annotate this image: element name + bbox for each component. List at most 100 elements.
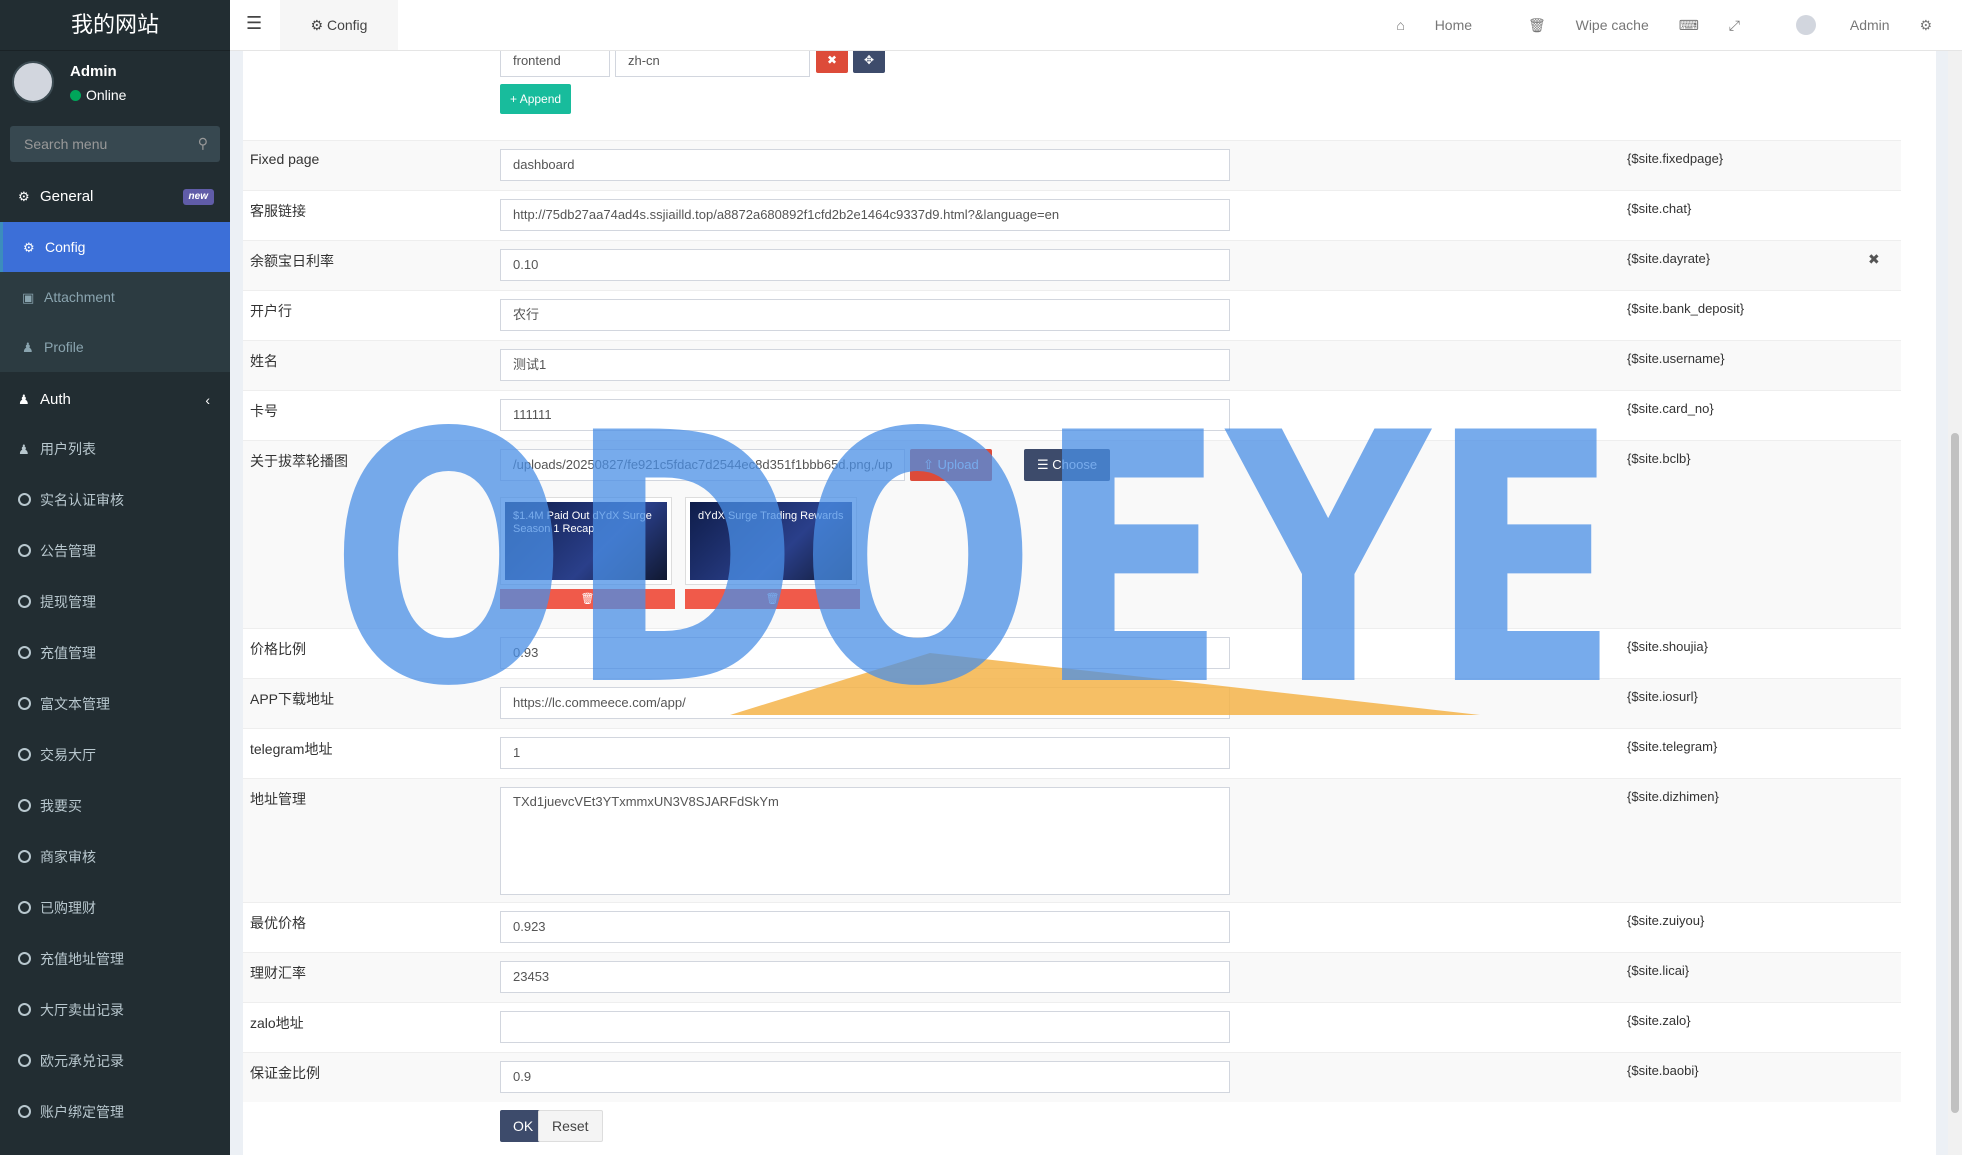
- menu-item[interactable]: 富文本管理: [0, 679, 230, 730]
- tab-config[interactable]: ⚙ Config: [280, 0, 398, 50]
- dayrate-input[interactable]: 0.10: [500, 249, 1230, 281]
- config-row: 地址管理 TXd1juevcVEt3YTxmmxUN3V8SJARFdSkYm …: [243, 778, 1901, 902]
- licai-rate-input[interactable]: 23453: [500, 961, 1230, 993]
- online-dot-icon: [70, 90, 81, 101]
- menu-item[interactable]: 我要买: [0, 781, 230, 832]
- telegram-input[interactable]: 1: [500, 737, 1230, 769]
- config-row: 理财汇率 23453 {$site.licai}: [243, 952, 1901, 1002]
- delete-image-button[interactable]: 🗑: [500, 589, 675, 609]
- circle-icon: [18, 901, 31, 914]
- list-icon: ☰: [1037, 457, 1049, 472]
- choose-button[interactable]: ☰ Choose: [1024, 449, 1111, 481]
- menu-item[interactable]: 公告管理: [0, 526, 230, 577]
- user-name: Admin: [70, 63, 117, 80]
- remove-icon[interactable]: ✖: [1868, 251, 1880, 268]
- menu-profile[interactable]: ♟ Profile: [0, 322, 230, 372]
- carousel-thumbnail[interactable]: $1.4M Paid Out dYdX Surge Season 1 Recap: [500, 497, 672, 585]
- page-scrollbar[interactable]: [1948, 51, 1962, 1155]
- username-input[interactable]: 测试1: [500, 349, 1230, 381]
- row-var: {$site.username}: [1627, 351, 1725, 366]
- plus-icon: +: [510, 92, 518, 106]
- search-input[interactable]: [10, 126, 220, 162]
- circle-icon: [18, 850, 31, 863]
- bank-deposit-input[interactable]: 农行: [500, 299, 1230, 331]
- row-label: 最优价格: [250, 915, 306, 931]
- upload-button[interactable]: ⇧ Upload: [910, 449, 992, 481]
- cogs-icon[interactable]: ⚙: [1919, 17, 1932, 33]
- drag-handle-button[interactable]: ✥: [853, 51, 885, 73]
- admin-menu[interactable]: Admin: [1770, 15, 1890, 35]
- append-button[interactable]: + Append: [500, 84, 572, 114]
- reset-button[interactable]: Reset: [538, 1110, 603, 1142]
- menu-item[interactable]: 充值管理: [0, 628, 230, 679]
- menu-item[interactable]: 欧元承兑记录: [0, 1036, 230, 1087]
- row-var: {$site.telegram}: [1627, 739, 1718, 754]
- menu-auth[interactable]: ♟ Auth ‹: [0, 372, 230, 424]
- site-logo[interactable]: 我的网站: [0, 0, 230, 51]
- carousel-thumbnail[interactable]: dYdX Surge Trading Rewards: [685, 497, 857, 585]
- user-panel: Admin Online: [0, 51, 230, 121]
- row-label: 理财汇率: [250, 965, 306, 981]
- config-row: 余额宝日利率 0.10 {$site.dayrate} ✖: [243, 240, 1901, 290]
- row-label: 余额宝日利率: [250, 253, 334, 269]
- menu-item[interactable]: 交易大厅: [0, 730, 230, 781]
- menu-item[interactable]: 已购理财: [0, 883, 230, 934]
- config-row: 客服链接 http://75db27aa74ad4s.ssjiailld.top…: [243, 190, 1901, 240]
- chat-link-input[interactable]: http://75db27aa74ad4s.ssjiailld.top/a887…: [500, 199, 1230, 231]
- row-label: 地址管理: [250, 791, 306, 807]
- remove-button[interactable]: ✖: [816, 51, 848, 73]
- menu-item[interactable]: 账户绑定管理: [0, 1087, 230, 1138]
- menu-toggle-icon[interactable]: ☰: [246, 13, 262, 34]
- config-row: 开户行 农行 {$site.bank_deposit}: [243, 290, 1901, 340]
- config-row: 最优价格 0.923 {$site.zuiyou}: [243, 902, 1901, 952]
- menu-item[interactable]: 大厅卖出记录: [0, 985, 230, 1036]
- menu-item[interactable]: 提现管理: [0, 577, 230, 628]
- fixed-page-input[interactable]: dashboard: [500, 149, 1230, 181]
- gear-icon: ⚙: [310, 17, 324, 33]
- scrollbar-thumb[interactable]: [1951, 433, 1959, 1113]
- carousel-path-input[interactable]: /uploads/20250827/fe921c5fdac7d2544ec8d3…: [500, 449, 905, 481]
- config-panel: frontend zh-cn ✖ ✥ + Append Fixed page d…: [243, 51, 1936, 1155]
- row-var: {$site.dizhimen}: [1627, 789, 1719, 804]
- menu-general[interactable]: ⚙ General new: [0, 172, 230, 222]
- address-textarea[interactable]: TXd1juevcVEt3YTxmmxUN3V8SJARFdSkYm: [500, 787, 1230, 895]
- gear-icon: ⚙: [23, 240, 35, 255]
- wipe-cache-link[interactable]: 🗑 Wipe cache: [1502, 17, 1649, 33]
- config-row: 关于拔萃轮播图 /uploads/20250827/fe921c5fdac7d2…: [243, 440, 1901, 628]
- kv-key-input[interactable]: frontend: [500, 51, 610, 77]
- row-var: {$site.fixedpage}: [1627, 151, 1724, 166]
- app-url-input[interactable]: https://lc.commeece.com/app/: [500, 687, 1230, 719]
- menu-item[interactable]: 充值地址管理: [0, 934, 230, 985]
- row-label: Fixed page: [250, 151, 320, 167]
- config-row: 姓名 测试1 {$site.username}: [243, 340, 1901, 390]
- config-row: 卡号 111111 {$site.card_no}: [243, 390, 1901, 440]
- deposit-ratio-input[interactable]: 0.9: [500, 1061, 1230, 1093]
- menu-item[interactable]: 实名认证审核: [0, 475, 230, 526]
- circle-icon: [18, 646, 31, 659]
- menu-user-list[interactable]: ♟ 用户列表: [0, 424, 230, 475]
- menu-config[interactable]: ⚙ Config: [0, 222, 230, 272]
- thumbnail-image: $1.4M Paid Out dYdX Surge Season 1 Recap: [505, 502, 667, 580]
- fullscreen-icon[interactable]: ⤢: [1729, 17, 1740, 33]
- row-var: {$site.shoujia}: [1627, 639, 1708, 654]
- trash-icon: 🗑: [1527, 17, 1546, 33]
- best-price-input[interactable]: 0.923: [500, 911, 1230, 943]
- circle-icon: [18, 952, 31, 965]
- auth-submenu: ♟ 用户列表 实名认证审核 公告管理 提现管理 充值管理 富文本管理 交易大厅 我…: [0, 424, 230, 1138]
- price-ratio-input[interactable]: 0.93: [500, 637, 1230, 669]
- card-no-input[interactable]: 111111: [500, 399, 1230, 431]
- zalo-input[interactable]: [500, 1011, 1230, 1043]
- search-icon[interactable]: ⚲: [198, 135, 208, 152]
- menu-item[interactable]: 商家审核: [0, 832, 230, 883]
- search-box: ⚲: [10, 126, 220, 162]
- delete-image-button[interactable]: 🗑: [685, 589, 860, 609]
- language-icon[interactable]: ⌨: [1679, 17, 1699, 33]
- config-row: zalo地址 {$site.zalo}: [243, 1002, 1901, 1052]
- users-icon: ♟: [18, 392, 30, 407]
- home-link[interactable]: ⌂ Home: [1370, 17, 1472, 33]
- menu-attachment[interactable]: ▣ Attachment: [0, 272, 230, 322]
- row-var: {$site.licai}: [1627, 963, 1690, 978]
- row-label: 开户行: [250, 303, 292, 319]
- kv-value-input[interactable]: zh-cn: [615, 51, 810, 77]
- thumbnail-image: dYdX Surge Trading Rewards: [690, 502, 852, 580]
